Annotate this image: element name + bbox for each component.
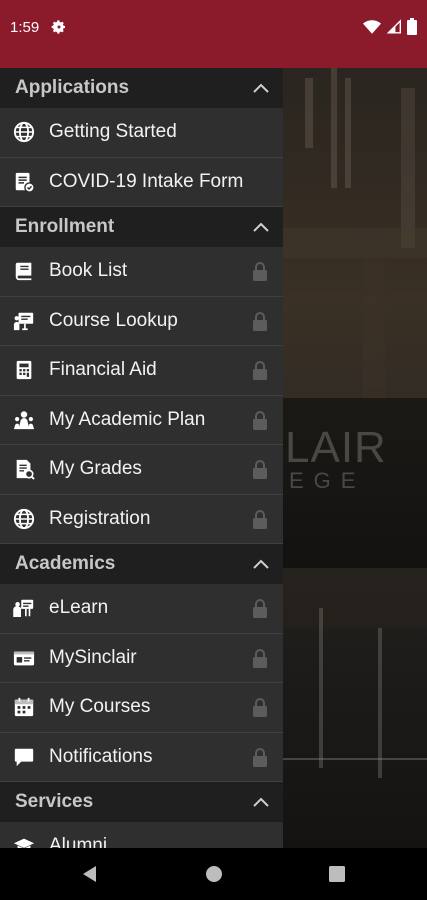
- wifi-icon: [363, 19, 381, 34]
- section-header-services[interactable]: Services: [0, 782, 283, 822]
- menu-item-label: Course Lookup: [49, 309, 178, 331]
- section-title: Enrollment: [15, 216, 115, 237]
- section-title: Academics: [15, 553, 116, 574]
- menu-item-financial-aid[interactable]: Financial Aid: [0, 346, 283, 396]
- menu-item-my-courses[interactable]: My Courses: [0, 683, 283, 733]
- back-icon[interactable]: [80, 864, 100, 884]
- section-header-applications[interactable]: Applications: [0, 68, 283, 108]
- chevron-up-icon[interactable]: [253, 797, 269, 807]
- menu-item-label: Notifications: [49, 745, 153, 767]
- form-icon: [15, 172, 35, 193]
- menu-item-registration[interactable]: Registration: [0, 495, 283, 544]
- calendar-icon: [14, 698, 34, 717]
- signal-icon: [387, 19, 401, 34]
- logo-text-line2: EGE: [289, 468, 366, 493]
- navigation-drawer: Applications Getting Started COVID-19 In…: [0, 68, 283, 848]
- calculator-icon: [16, 361, 32, 380]
- chevron-up-icon[interactable]: [253, 83, 269, 93]
- menu-item-label: My Academic Plan: [49, 408, 206, 430]
- lock-icon: [253, 361, 267, 381]
- lock-icon: [253, 410, 267, 430]
- status-time: 1:59: [10, 19, 40, 36]
- presentation-icon: [13, 312, 34, 330]
- menu-item-label: Financial Aid: [49, 359, 157, 381]
- menu-item-course-lookup[interactable]: Course Lookup: [0, 297, 283, 346]
- report-icon: [16, 460, 35, 480]
- menu-item-label: MySinclair: [49, 646, 137, 668]
- section-title: Services: [15, 791, 94, 812]
- menu-item-my-grades[interactable]: My Grades: [0, 445, 283, 495]
- chevron-up-icon[interactable]: [253, 559, 269, 569]
- background-image: LAIR EGE: [283, 68, 427, 848]
- lock-icon: [253, 262, 267, 282]
- menu-item-label: eLearn: [49, 597, 109, 619]
- section-header-academics[interactable]: Academics: [0, 544, 283, 584]
- status-bar: 1:59: [0, 0, 427, 68]
- logo-text-line1: LAIR: [285, 423, 387, 472]
- menu-item-alumni[interactable]: Alumni: [0, 822, 283, 848]
- home-icon[interactable]: [204, 864, 224, 884]
- lock-icon: [253, 648, 267, 668]
- menu-item-mysinclair[interactable]: MySinclair: [0, 634, 283, 683]
- users-icon: [13, 411, 35, 429]
- menu-item-elearn[interactable]: eLearn: [0, 584, 283, 634]
- system-navigation-bar: [0, 848, 427, 900]
- menu-item-label: Registration: [49, 507, 151, 529]
- lock-icon: [253, 698, 267, 718]
- graduation-cap-icon: [13, 838, 35, 848]
- menu-item-covid-intake-form[interactable]: COVID-19 Intake Form: [0, 158, 283, 207]
- globe-icon: [13, 122, 35, 143]
- settings-gear-icon: [51, 20, 65, 34]
- menu-item-label: COVID-19 Intake Form: [49, 170, 244, 192]
- chat-icon: [14, 748, 34, 766]
- menu-item-label: Book List: [49, 260, 128, 282]
- lock-icon: [253, 599, 267, 619]
- globe-icon: [13, 508, 35, 529]
- id-card-icon: [13, 651, 35, 666]
- lock-icon: [253, 747, 267, 767]
- menu-item-label: Alumni: [49, 835, 108, 848]
- menu-item-label: Getting Started: [49, 121, 177, 143]
- battery-icon: [407, 18, 417, 35]
- book-icon: [15, 263, 32, 281]
- menu-item-book-list[interactable]: Book List: [0, 247, 283, 297]
- menu-item-label: My Grades: [49, 458, 142, 480]
- teacher-icon: [13, 600, 34, 618]
- recents-icon[interactable]: [327, 864, 347, 884]
- lock-icon: [253, 509, 267, 529]
- menu-item-getting-started[interactable]: Getting Started: [0, 108, 283, 158]
- section-header-enrollment[interactable]: Enrollment: [0, 207, 283, 247]
- menu-item-label: My Courses: [49, 696, 151, 718]
- menu-item-my-academic-plan[interactable]: My Academic Plan: [0, 396, 283, 445]
- chevron-up-icon[interactable]: [253, 222, 269, 232]
- lock-icon: [253, 311, 267, 331]
- lock-icon: [253, 460, 267, 480]
- section-title: Applications: [15, 77, 130, 98]
- menu-item-notifications[interactable]: Notifications: [0, 733, 283, 782]
